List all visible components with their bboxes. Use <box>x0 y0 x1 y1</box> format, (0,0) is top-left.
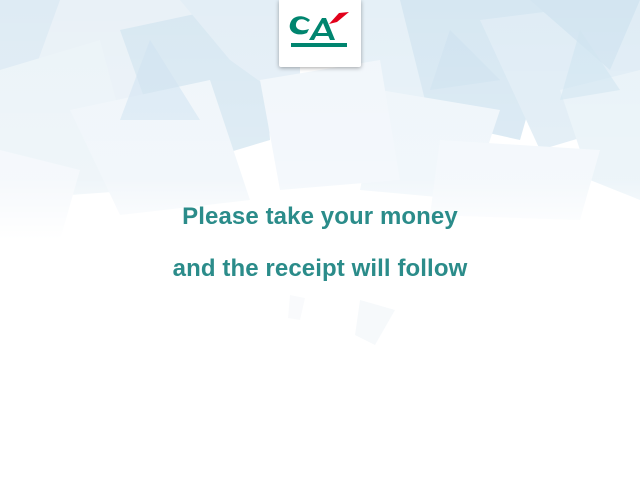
logo-container <box>279 0 361 67</box>
credit-agricole-logo-icon <box>289 12 349 47</box>
message-line-2: and the receipt will follow <box>172 255 468 282</box>
message-line-1: Please take your money <box>182 203 458 230</box>
background-pattern <box>0 0 640 345</box>
atm-screen: Please take your money and the receipt w… <box>0 0 640 480</box>
